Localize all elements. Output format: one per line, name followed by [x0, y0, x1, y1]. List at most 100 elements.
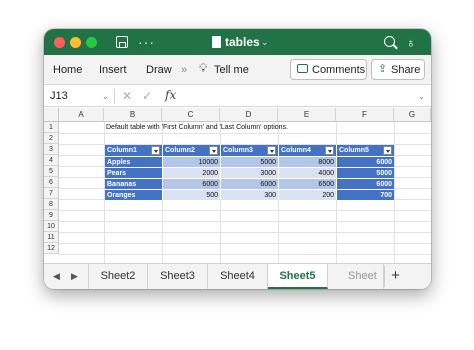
row-header[interactable]: 5 — [44, 166, 59, 177]
table-cell[interactable]: 6000 — [221, 178, 279, 189]
table-cell[interactable]: 700 — [337, 189, 394, 200]
filter-dropdown-icon[interactable] — [267, 146, 276, 155]
table-cell[interactable]: Oranges — [105, 189, 163, 200]
sheet-tab-sheet5[interactable]: Sheet5 — [268, 264, 328, 289]
table-cell[interactable]: Pears — [105, 167, 163, 178]
gridline — [59, 254, 431, 255]
filter-dropdown-icon[interactable] — [325, 146, 334, 155]
minimize-window-button[interactable] — [70, 37, 81, 48]
row-header[interactable]: 7 — [44, 188, 59, 199]
table-cell[interactable]: 300 — [221, 189, 279, 200]
row-header[interactable]: 3 — [44, 144, 59, 155]
table-cell[interactable]: 5000 — [337, 167, 394, 178]
excel-window: ··· tables ⌄ ♁ Home Insert Draw » 💡︎ Tel… — [44, 29, 431, 289]
table-cell[interactable]: 500 — [163, 189, 221, 200]
table-cell[interactable]: Bananas — [105, 178, 163, 189]
sheet-tab-sheet3[interactable]: Sheet3 — [148, 264, 208, 289]
tab-home[interactable]: Home — [53, 63, 82, 77]
spreadsheet-grid[interactable]: A B C D E F G 1 2 3 4 5 6 7 8 9 10 11 12… — [44, 108, 431, 263]
gridline — [59, 221, 431, 222]
table-cell[interactable]: Apples — [105, 156, 163, 167]
tab-insert[interactable]: Insert — [99, 63, 127, 77]
tell-me-search[interactable]: Tell me — [214, 63, 249, 77]
column-header-e[interactable]: E — [278, 108, 336, 122]
table-cell[interactable]: 6000 — [163, 178, 221, 189]
table-cell[interactable]: 5000 — [221, 156, 279, 167]
row-header[interactable]: 10 — [44, 221, 59, 232]
table-cell[interactable]: 6000 — [337, 156, 394, 167]
table-header-cell[interactable]: Column4 — [279, 145, 337, 156]
comment-icon — [297, 64, 308, 73]
comments-label: Comments — [312, 64, 366, 76]
column-header-f[interactable]: F — [336, 108, 394, 122]
table-header-label: Column4 — [281, 147, 311, 154]
name-box-chevron-icon[interactable]: ⌄ — [102, 90, 109, 103]
cancel-icon[interactable]: ✕ — [122, 89, 132, 103]
table-header-cell[interactable]: Column2 — [163, 145, 221, 156]
lightbulb-icon: 💡︎ — [199, 61, 208, 75]
share-label: Share — [391, 64, 421, 76]
table-cell[interactable]: 4000 — [279, 167, 337, 178]
gridline — [59, 133, 431, 134]
account-share-icon[interactable]: ♁ — [406, 34, 416, 52]
window-title: tables — [225, 35, 260, 49]
table-header-cell[interactable]: Column5 — [337, 145, 394, 156]
row-header[interactable]: 11 — [44, 232, 59, 243]
search-icon[interactable] — [384, 36, 395, 47]
row-header[interactable]: 8 — [44, 199, 59, 210]
save-icon[interactable] — [116, 36, 128, 48]
table-cell[interactable]: 6000 — [337, 178, 394, 189]
more-options-icon[interactable]: ··· — [138, 33, 155, 51]
share-button[interactable]: ⇪ Share — [371, 59, 425, 80]
table-header-cell[interactable]: Column1 — [105, 145, 163, 156]
table-cell[interactable]: 8000 — [279, 156, 337, 167]
gridline — [59, 210, 431, 211]
row-header[interactable]: 6 — [44, 177, 59, 188]
table-cell[interactable]: 10000 — [163, 156, 221, 167]
table-description-cell[interactable]: Default table with 'First Column' and 'L… — [104, 122, 290, 133]
document-icon — [212, 36, 221, 48]
enter-icon[interactable]: ✓ — [142, 89, 152, 103]
table-header-cell[interactable]: Column3 — [221, 145, 279, 156]
next-sheet-icon[interactable]: ▶ — [71, 270, 78, 282]
table-cell[interactable]: 6500 — [279, 178, 337, 189]
table-cell[interactable]: 200 — [279, 189, 337, 200]
column-header-d[interactable]: D — [220, 108, 278, 122]
zoom-window-button[interactable] — [86, 37, 97, 48]
name-box[interactable]: J13 — [50, 90, 68, 103]
sheet-tab-sheet2[interactable]: Sheet2 — [88, 264, 148, 289]
title-chevron-icon[interactable]: ⌄ — [261, 35, 269, 49]
tab-draw[interactable]: Draw — [146, 63, 172, 77]
formula-expand-chevron-icon[interactable]: ⌄ — [418, 90, 425, 103]
formula-input[interactable] — [186, 89, 416, 104]
filter-dropdown-icon[interactable] — [151, 146, 160, 155]
gridline — [59, 232, 431, 233]
row-header[interactable]: 2 — [44, 133, 59, 144]
column-header-b[interactable]: B — [104, 108, 162, 122]
table-cell[interactable]: 3000 — [221, 167, 279, 178]
formula-divider — [114, 89, 115, 104]
filter-dropdown-icon[interactable] — [209, 146, 218, 155]
column-header-a[interactable]: A — [59, 108, 104, 122]
row-header[interactable]: 4 — [44, 155, 59, 166]
add-sheet-button[interactable]: + — [384, 266, 406, 287]
ribbon: Home Insert Draw » 💡︎ Tell me Comments ⇪… — [44, 55, 431, 85]
close-window-button[interactable] — [54, 37, 65, 48]
row-header[interactable]: 1 — [44, 122, 59, 133]
sheet-tabs-bar: ◀ ▶ Sheet2 Sheet3 Sheet4 Sheet5 Sheet + — [44, 263, 431, 289]
row-header[interactable]: 9 — [44, 210, 59, 221]
filter-dropdown-icon[interactable] — [383, 146, 392, 155]
table-cell[interactable]: 2000 — [163, 167, 221, 178]
comments-button[interactable]: Comments — [290, 59, 367, 80]
insert-function-icon[interactable]: fx — [165, 88, 176, 103]
sheet-tab-sheet4[interactable]: Sheet4 — [208, 264, 268, 289]
column-header-g[interactable]: G — [394, 108, 431, 122]
column-header-c[interactable]: C — [162, 108, 220, 122]
ribbon-overflow-icon[interactable]: » — [181, 63, 187, 77]
select-all-corner[interactable] — [44, 108, 59, 122]
previous-sheet-icon[interactable]: ◀ — [53, 270, 60, 282]
table-header-label: Column1 — [107, 147, 137, 154]
table-header-label: Column3 — [223, 147, 253, 154]
row-header[interactable]: 12 — [44, 243, 59, 254]
sheet-tab-sheet6[interactable]: Sheet — [328, 264, 384, 289]
